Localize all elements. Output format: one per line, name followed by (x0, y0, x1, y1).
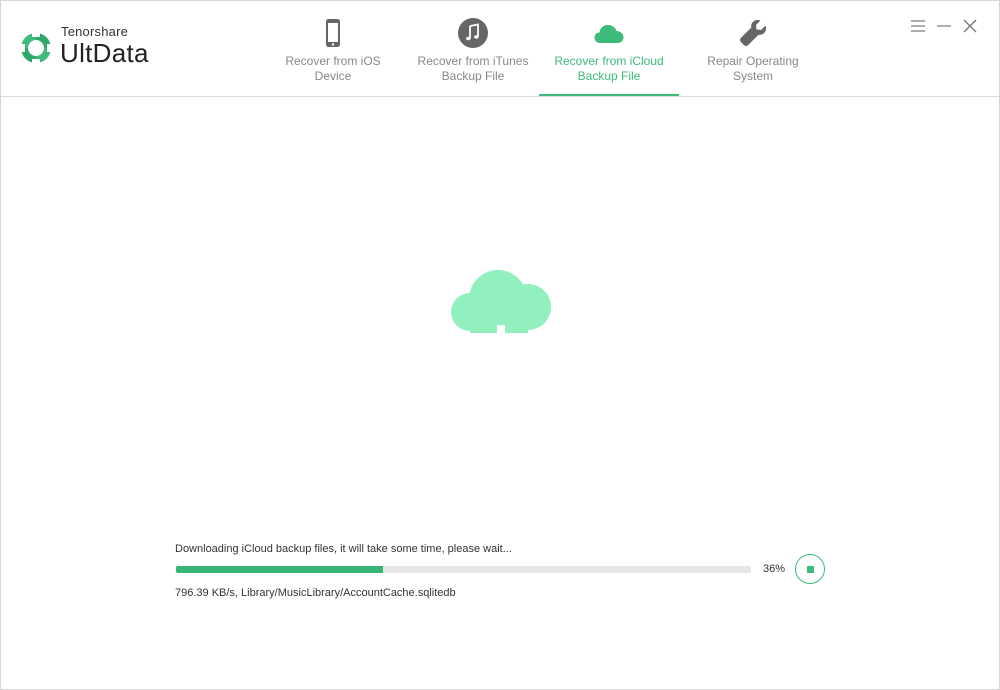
progress-percent: 36% (763, 563, 786, 575)
logo: Tenorshare UltData (19, 23, 219, 73)
file-info: 796.39 KB/s, Library/MusicLibrary/Accoun… (175, 587, 456, 599)
iphone-icon (326, 19, 340, 47)
minimize-icon[interactable] (935, 17, 953, 35)
tab-repair-operating-system[interactable]: Repair Operating System (683, 1, 823, 96)
stop-button[interactable] (795, 554, 825, 584)
brand-company: Tenorshare (61, 24, 129, 39)
ultdata-logo-icon (19, 31, 53, 65)
download-progress: Downloading iCloud backup files, it will… (175, 541, 835, 611)
tab-recover-ios-device[interactable]: Recover from iOS Device (263, 1, 403, 96)
tab-label: Recover from iOS Device (285, 54, 381, 83)
progress-bar (176, 566, 751, 573)
menu-icon[interactable] (909, 17, 927, 35)
tab-recover-icloud-backup[interactable]: Recover from iCloud Backup File (539, 1, 679, 96)
tab-label: Recover from iCloud Backup File (554, 54, 664, 83)
close-icon[interactable] (961, 17, 979, 35)
header: Tenorshare UltData Recover from iOS Devi… (1, 1, 999, 97)
tab-recover-itunes-backup[interactable]: Recover from iTunes Backup File (403, 1, 543, 96)
wrench-icon (740, 20, 766, 46)
stop-icon (807, 566, 814, 573)
main-tabs: Recover from iOS Device Recover from iTu… (263, 1, 823, 96)
download-cloud-illustration (449, 269, 553, 335)
tab-label: Repair Operating System (707, 54, 799, 83)
progress-bar-fill (176, 566, 383, 573)
status-text: Downloading iCloud backup files, it will… (175, 543, 512, 555)
app-window: Tenorshare UltData Recover from iOS Devi… (0, 0, 1000, 690)
brand-product: UltData (60, 38, 149, 68)
tab-label: Recover from iTunes Backup File (417, 54, 529, 83)
window-controls (909, 17, 985, 37)
cloud-icon (594, 25, 624, 43)
music-note-icon (458, 18, 488, 48)
cloud-icon (451, 270, 551, 335)
